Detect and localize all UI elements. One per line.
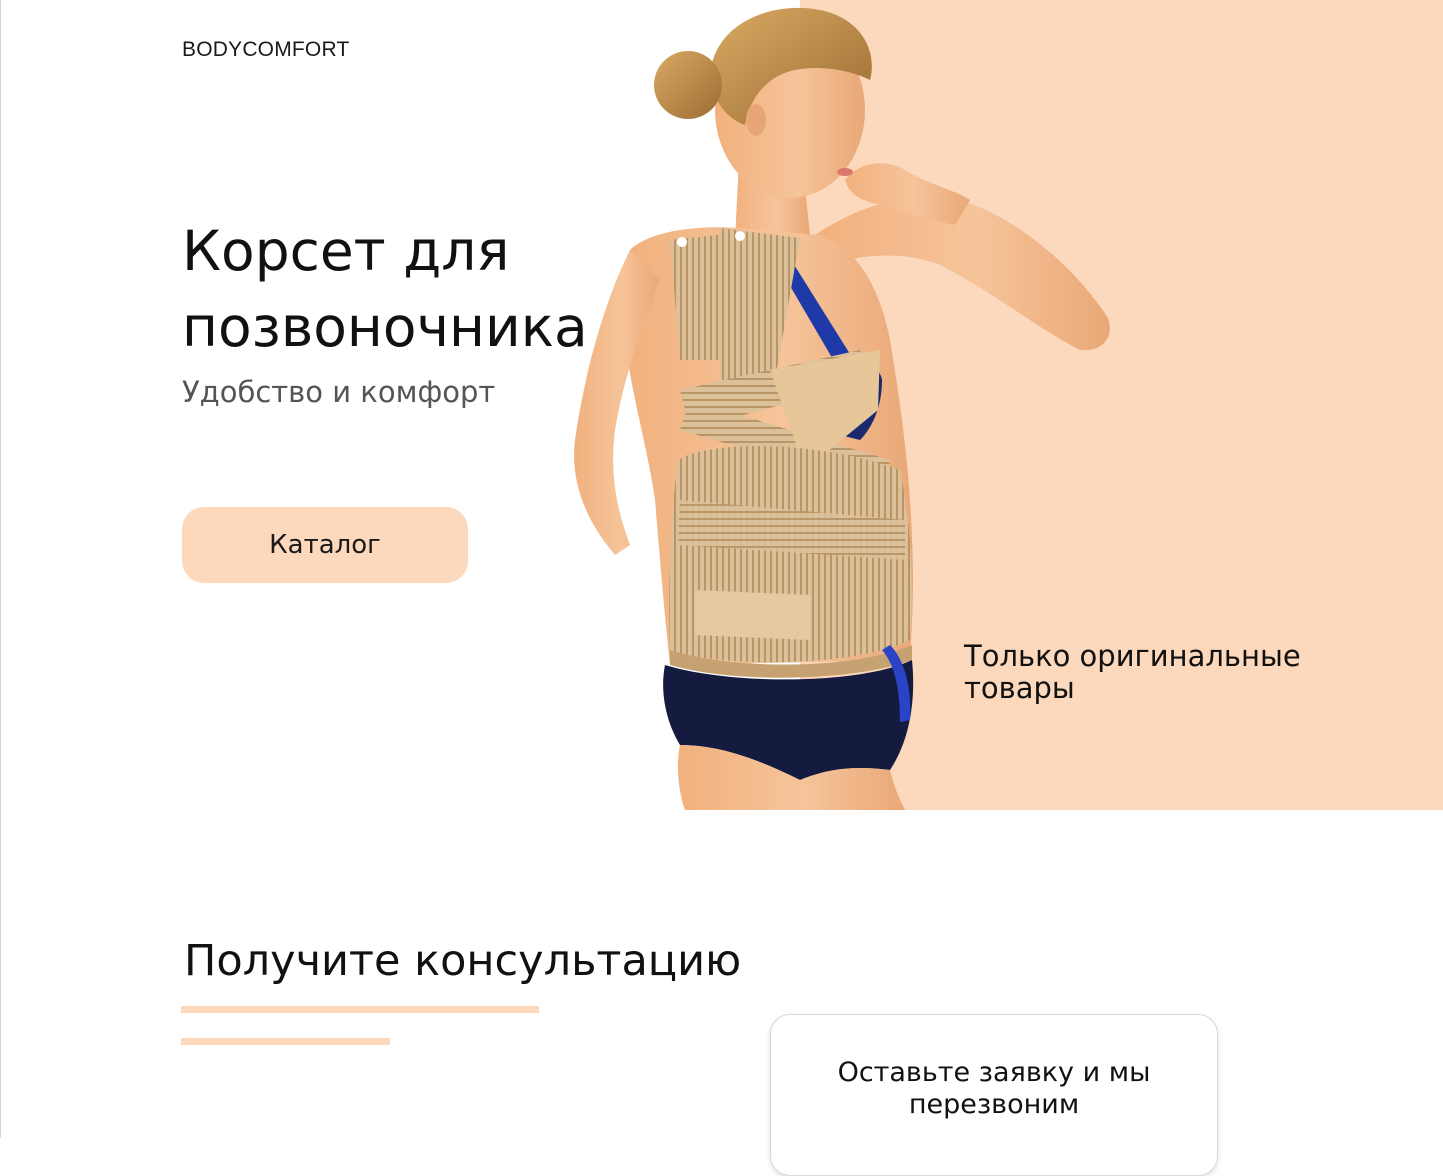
consultation-title: Получите консультацию <box>184 936 742 986</box>
accent-divider-long <box>181 1006 539 1013</box>
hero-section: BODYCOMFORT Корсет для позвоночника Удоб… <box>0 0 1443 810</box>
accent-divider-short <box>181 1038 390 1045</box>
catalog-button[interactable]: Каталог <box>182 507 468 583</box>
hero-title: Корсет для позвоночника <box>182 219 588 359</box>
brand-logo[interactable]: BODYCOMFORT <box>182 38 349 62</box>
original-products-note: Только оригинальные товары <box>964 639 1301 705</box>
request-card-text: Оставьте заявку и мы перезвоним <box>837 1057 1151 1120</box>
request-form-card: Оставьте заявку и мы перезвоним <box>770 1014 1218 1176</box>
hero-subtitle: Удобство и комфорт <box>182 375 496 409</box>
